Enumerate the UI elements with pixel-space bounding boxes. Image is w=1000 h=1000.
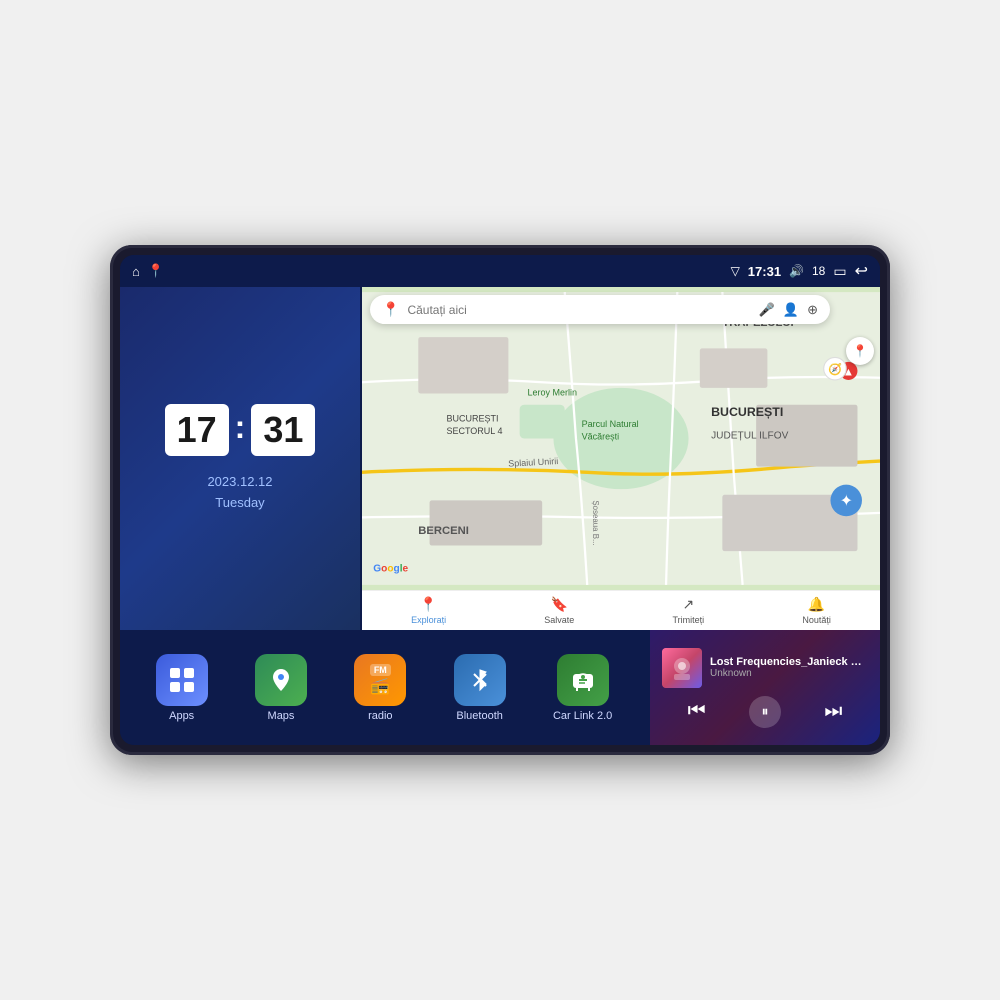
map-nav-send[interactable]: ↗ Trimiteți xyxy=(673,596,705,625)
radio-label: radio xyxy=(368,710,392,722)
svg-text:✦: ✦ xyxy=(840,493,853,510)
svg-text:BUCUREȘTI: BUCUREȘTI xyxy=(446,414,498,424)
svg-text:SECTORUL 4: SECTORUL 4 xyxy=(446,426,502,436)
status-right: ▽ 17:31 🔊 18 ▭ ↩ xyxy=(731,261,868,281)
main-area: 17 : 31 2023.12.12 Tuesday 📍 🎤 xyxy=(120,287,880,745)
top-row: 17 : 31 2023.12.12 Tuesday 📍 🎤 xyxy=(120,287,880,630)
volume-level: 18 xyxy=(812,264,825,278)
map-nav-saved[interactable]: 🔖 Salvate xyxy=(544,596,574,625)
play-pause-button[interactable]: ⏸ xyxy=(749,696,781,728)
map-nav-bar: 📍 Explorați 🔖 Salvate ↗ Trimiteți 🔔 xyxy=(362,590,880,630)
carlink-label: Car Link 2.0 xyxy=(553,710,612,722)
status-time: 17:31 xyxy=(748,264,781,279)
carlink-icon-box xyxy=(557,654,609,706)
music-artist: Unknown xyxy=(710,668,868,679)
clock-date: 2023.12.12 xyxy=(207,472,272,493)
map-nav-explore[interactable]: 📍 Explorați xyxy=(411,596,446,625)
clock-date-text: 2023.12.12 Tuesday xyxy=(207,472,272,514)
music-panel: Lost Frequencies_Janieck Devy-... Unknow… xyxy=(650,630,880,745)
maps-label: Maps xyxy=(268,710,295,722)
svg-text:🧭: 🧭 xyxy=(828,362,842,376)
app-item-apps[interactable]: Apps xyxy=(156,654,208,722)
status-left: ⌂ 📍 xyxy=(132,263,164,279)
saved-label: Salvate xyxy=(544,615,574,625)
maps-pin-icon: 📍 xyxy=(382,301,399,318)
maps-status-icon[interactable]: 📍 xyxy=(148,263,164,279)
volume-icon: 🔊 xyxy=(789,264,804,278)
mic-icon[interactable]: 🎤 xyxy=(759,302,775,318)
home-icon[interactable]: ⌂ xyxy=(132,264,140,279)
svg-text:Văcărești: Văcărești xyxy=(582,432,620,442)
apps-label: Apps xyxy=(169,710,194,722)
next-button[interactable]: ⏭ xyxy=(816,696,850,727)
app-item-radio[interactable]: FM 📻 radio xyxy=(354,654,406,722)
send-icon: ↗ xyxy=(682,596,694,613)
bluetooth-icon-box xyxy=(454,654,506,706)
map-nav-news[interactable]: 🔔 Noutăți xyxy=(802,596,831,625)
svg-text:Șoseaua B...: Șoseaua B... xyxy=(591,500,600,545)
account-icon[interactable]: 👤 xyxy=(783,302,799,318)
app-item-bluetooth[interactable]: Bluetooth xyxy=(454,654,506,722)
music-thumbnail xyxy=(662,648,702,688)
news-label: Noutăți xyxy=(802,615,831,625)
send-label: Trimiteți xyxy=(673,615,705,625)
layers-icon[interactable]: ⊕ xyxy=(807,302,818,318)
device-screen: ⌂ 📍 ▽ 17:31 🔊 18 ▭ ↩ 17 : xyxy=(120,255,880,745)
music-title: Lost Frequencies_Janieck Devy-... xyxy=(710,656,868,668)
app-item-carlink[interactable]: Car Link 2.0 xyxy=(553,654,612,722)
map-search-bar: 📍 🎤 👤 ⊕ xyxy=(370,295,830,324)
svg-text:BERCENI: BERCENI xyxy=(418,525,469,537)
svg-text:Leroy Merlin: Leroy Merlin xyxy=(528,388,578,398)
svg-text:JUDEȚUL ILFOV: JUDEȚUL ILFOV xyxy=(711,431,789,442)
app-item-maps[interactable]: Maps xyxy=(255,654,307,722)
bottom-row: Apps Maps xyxy=(120,630,880,745)
clock-minutes: 31 xyxy=(251,404,315,456)
prev-button[interactable]: ⏮ xyxy=(680,696,714,727)
clock-colon: : xyxy=(235,409,246,446)
clock-day: Tuesday xyxy=(207,493,272,514)
news-icon: 🔔 xyxy=(808,596,825,613)
status-bar: ⌂ 📍 ▽ 17:31 🔊 18 ▭ ↩ xyxy=(120,255,880,287)
signal-icon: ▽ xyxy=(731,264,740,278)
device-frame: ⌂ 📍 ▽ 17:31 🔊 18 ▭ ↩ 17 : xyxy=(110,245,890,755)
music-details: Lost Frequencies_Janieck Devy-... Unknow… xyxy=(710,656,868,679)
saved-icon: 🔖 xyxy=(551,596,568,613)
play-icon: ⏸ xyxy=(761,703,768,720)
maps-icon-box xyxy=(255,654,307,706)
bluetooth-label: Bluetooth xyxy=(456,710,502,722)
music-controls: ⏮ ⏸ ⏭ xyxy=(662,696,868,728)
svg-text:Google: Google xyxy=(373,563,408,574)
explore-icon: 📍 xyxy=(420,596,437,613)
apps-panel: Apps Maps xyxy=(120,630,648,745)
clock-panel: 17 : 31 2023.12.12 Tuesday xyxy=(120,287,360,630)
map-area[interactable]: TRAPEZULUI BUCUREȘTI JUDEȚUL ILFOV BERCE… xyxy=(362,287,880,590)
explore-label: Explorați xyxy=(411,615,446,625)
radio-icon-box: FM 📻 xyxy=(354,654,406,706)
map-controls: 📍 xyxy=(846,337,874,365)
svg-text:Parcul Natural: Parcul Natural xyxy=(582,419,639,429)
battery-icon: ▭ xyxy=(833,263,846,280)
map-search-input[interactable] xyxy=(407,303,750,317)
clock-display: 17 : 31 xyxy=(165,404,316,456)
map-panel[interactable]: 📍 🎤 👤 ⊕ xyxy=(362,287,880,630)
back-icon[interactable]: ↩ xyxy=(855,261,868,281)
apps-icon-box xyxy=(156,654,208,706)
music-info: Lost Frequencies_Janieck Devy-... Unknow… xyxy=(662,648,868,688)
svg-text:BUCUREȘTI: BUCUREȘTI xyxy=(711,405,783,419)
map-location-btn[interactable]: 📍 xyxy=(846,337,874,365)
clock-hours: 17 xyxy=(165,404,229,456)
